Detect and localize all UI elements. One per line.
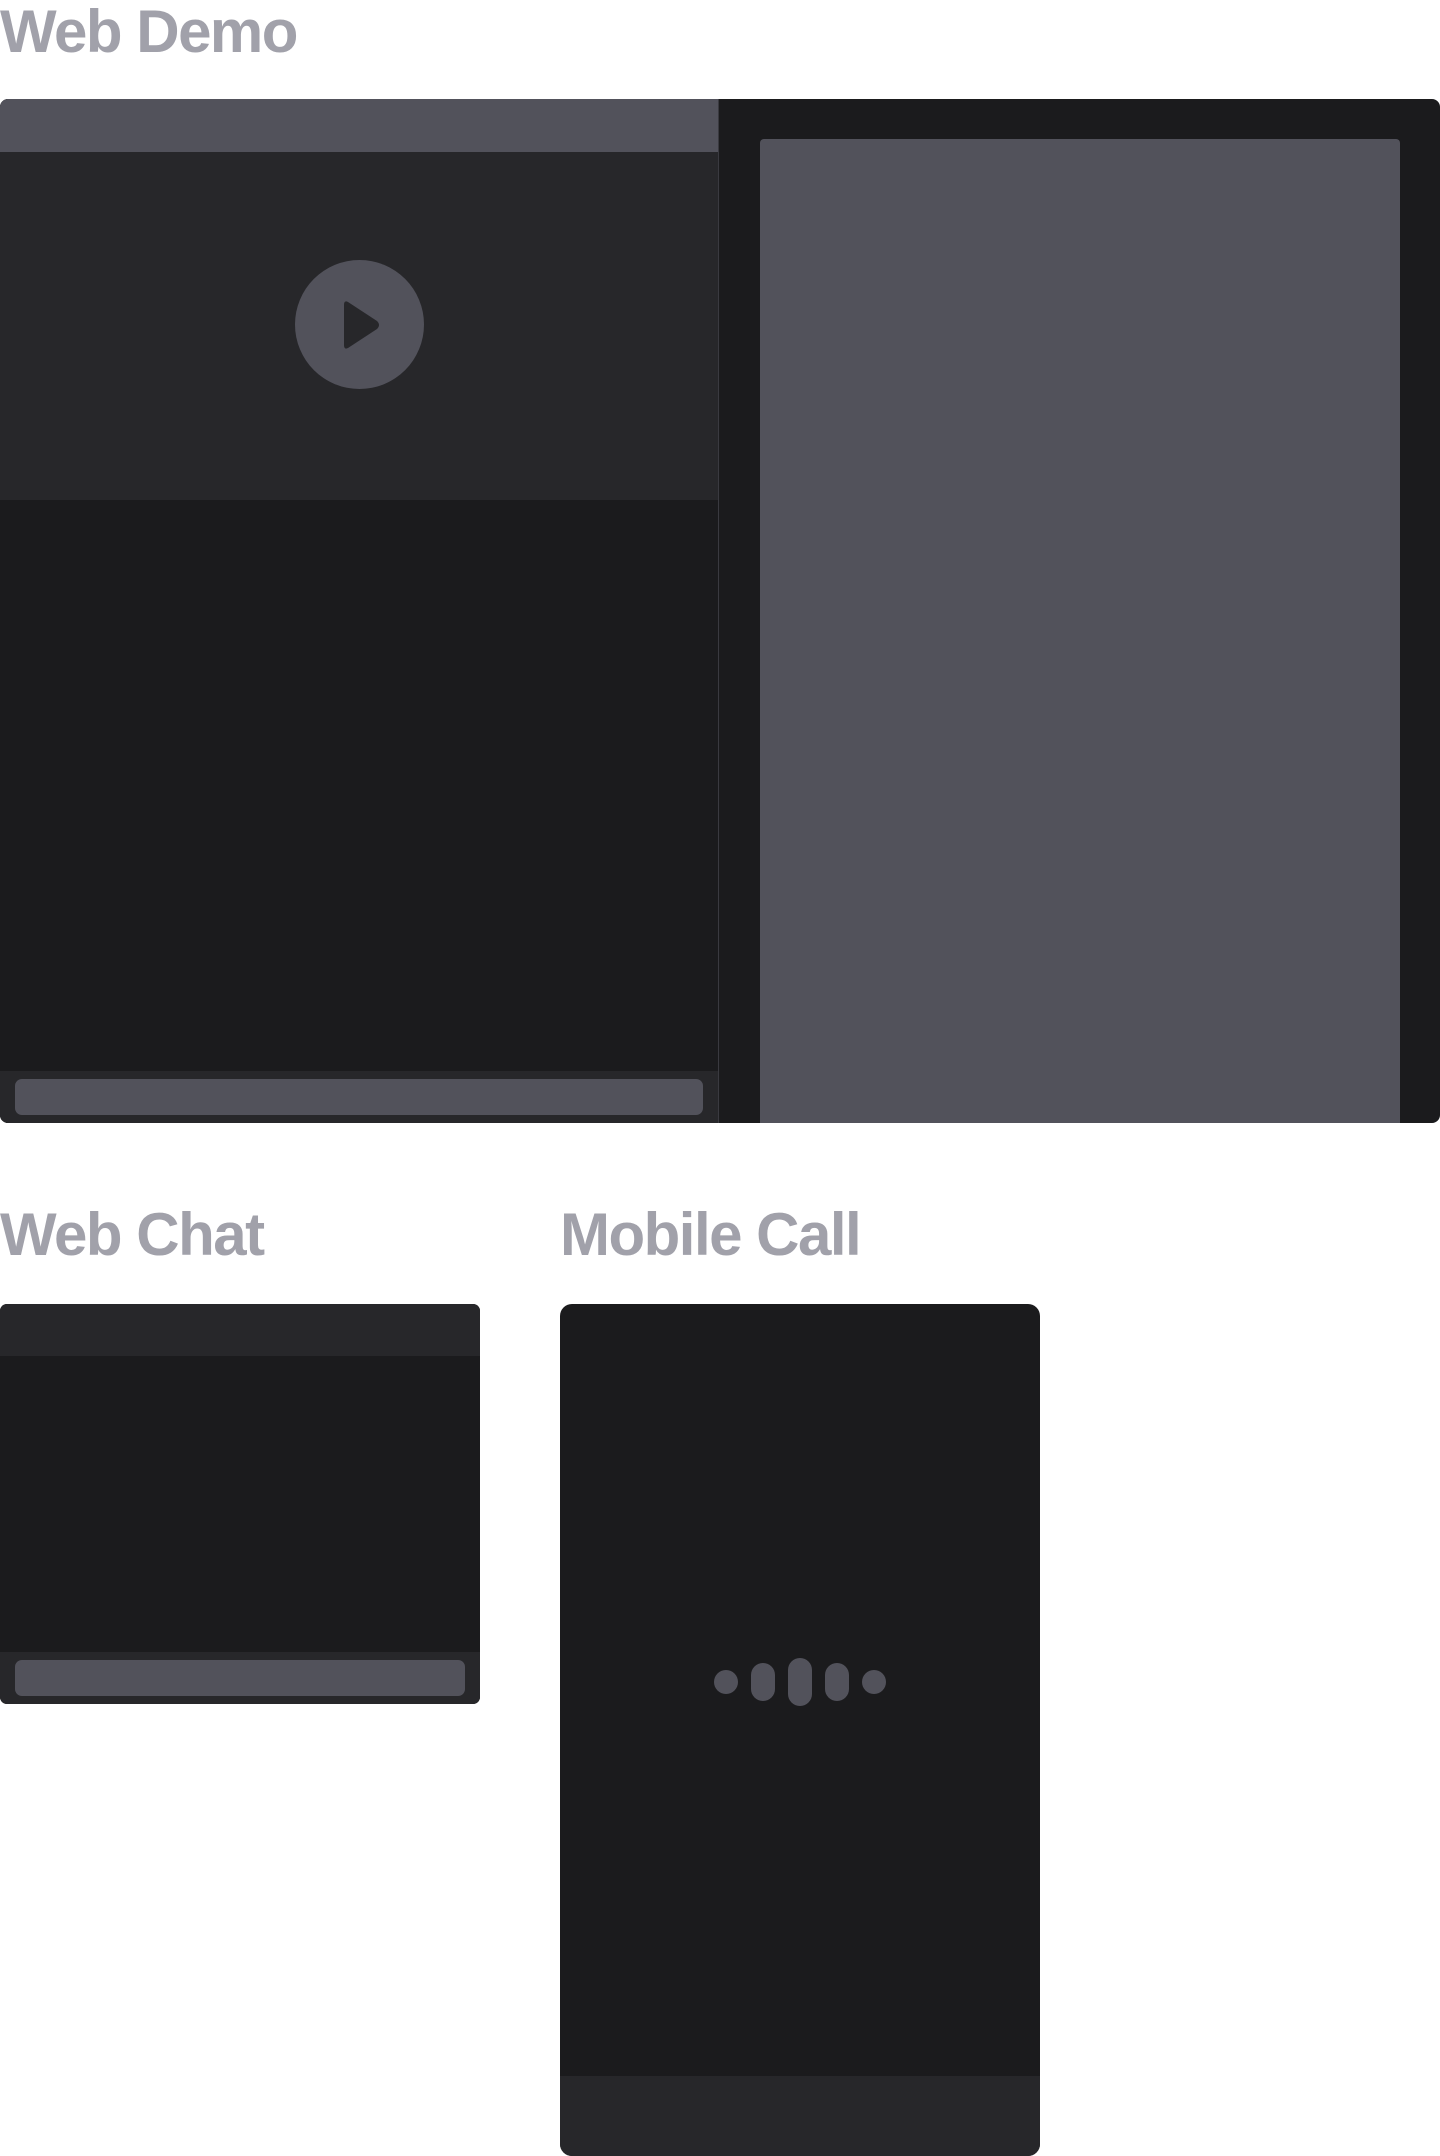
web-chat-message-input[interactable] xyxy=(15,1660,465,1696)
web-chat-heading: Web Chat xyxy=(0,1201,265,1268)
web-demo-frame xyxy=(0,99,1440,1123)
voice-wave-bar xyxy=(714,1670,738,1694)
web-demo-content-panel xyxy=(760,139,1400,1123)
web-demo-left-pane xyxy=(0,99,719,1123)
voice-wave-bar xyxy=(788,1658,812,1706)
voice-wave-bar xyxy=(862,1670,886,1694)
web-demo-header-bar xyxy=(0,99,718,152)
web-chat-frame xyxy=(0,1304,480,1704)
web-chat-header-bar xyxy=(0,1304,480,1356)
mobile-call-controls-bar xyxy=(560,2076,1040,2156)
mobile-call-heading: Mobile Call xyxy=(560,1201,862,1268)
web-demo-heading: Web Demo xyxy=(0,0,298,65)
web-chat-composer-bar xyxy=(0,1652,480,1704)
voice-wave-bar xyxy=(825,1663,849,1701)
play-button[interactable] xyxy=(295,260,424,389)
play-icon xyxy=(343,300,379,349)
voice-wave-icon xyxy=(714,1658,886,1706)
web-demo-composer-bar xyxy=(0,1071,718,1123)
voice-wave-bar xyxy=(751,1663,775,1701)
mobile-call-frame xyxy=(560,1304,1040,2156)
web-demo-video-area xyxy=(0,152,718,500)
web-demo-message-input[interactable] xyxy=(15,1079,703,1115)
